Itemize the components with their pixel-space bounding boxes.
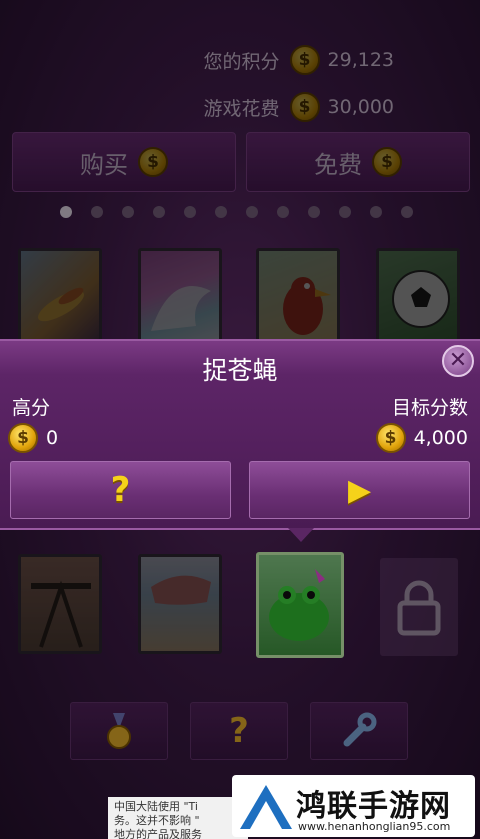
game-info-panel: 捉苍蝇 ✕ 高分 目标分数 $ 0 $ 4,000 ? ▶ <box>0 339 480 530</box>
target-score-label: 目标分数 <box>391 397 468 419</box>
target-score-value: 4,000 <box>413 427 468 449</box>
ad-text-block: 中国大陆使用 "Ti 务。这并不影响 " 地方的产品及服务 <box>108 797 248 839</box>
help-button[interactable]: ? <box>10 461 231 519</box>
play-icon: ▶ <box>347 472 372 508</box>
coin-icon: $ <box>375 423 406 453</box>
high-score: $ 0 <box>8 423 58 453</box>
target-score: $ 4,000 <box>375 423 468 453</box>
question-icon: ? <box>110 470 131 510</box>
panel-title: 捉苍蝇 <box>202 356 278 385</box>
high-score-value: 0 <box>46 427 59 449</box>
watermark-url: www.henanhonglian95.com <box>298 820 451 833</box>
coin-icon: $ <box>8 423 38 453</box>
high-score-label: 高分 <box>12 397 51 419</box>
ad-line: 地方的产品及服务 <box>114 828 202 839</box>
panel-pointer <box>288 528 314 542</box>
ad-line: 中国大陆使用 "Ti <box>114 800 198 813</box>
close-button[interactable]: ✕ <box>442 345 474 377</box>
play-button[interactable]: ▶ <box>249 461 470 519</box>
ad-line: 务。这并不影响 " <box>114 814 200 827</box>
watermark-logo <box>240 785 292 829</box>
watermark-title: 鸿联手游网 <box>296 789 451 824</box>
watermark-badge: 鸿联手游网 www.henanhonglian95.com <box>232 775 475 837</box>
